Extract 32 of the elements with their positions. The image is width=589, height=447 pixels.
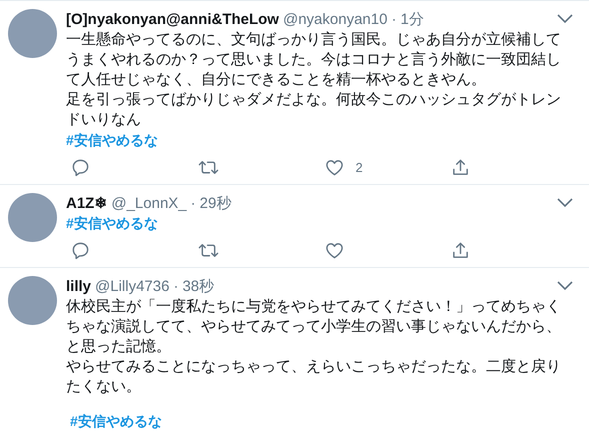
tweet-text: やらせてみることになっちゃって、えらいこっちゃだったな。二度と戻りたくない。 xyxy=(66,357,562,397)
user-handle: @nyakonyan10 xyxy=(282,10,388,28)
timestamp[interactable]: 1分 xyxy=(400,10,424,28)
user-handle: @_LonnX_ xyxy=(111,194,187,212)
chevron-down-icon[interactable] xyxy=(557,198,573,208)
share-icon[interactable] xyxy=(451,240,470,260)
timestamp[interactable]: 38秒 xyxy=(182,276,214,296)
tweet-text: 一生懸命やってるのに、文句ばっかり言う国民。じゃあ自分が立候補してうまくやれるのか？って思いました。今はコロナと言う外敵に一致団結して人任せじゃなく、自分にできることを精一杯やるときやん。 xyxy=(66,30,562,90)
avatar[interactable] xyxy=(8,276,57,325)
tweet-text: 休校民主が「一度私たちに与党をやらせてみてください！」ってめちゃくちゃな演説してて、やらせてみてって小学生の習い事じゃないんだから、と思った記憶。 xyxy=(66,297,562,357)
chevron-down-icon[interactable] xyxy=(557,14,573,24)
separator-dot: · xyxy=(173,278,178,294)
heart-icon[interactable] xyxy=(324,240,344,260)
like-count: 2 xyxy=(356,160,363,174)
hashtag-link[interactable]: #安信やめるな xyxy=(66,130,158,150)
separator-dot: · xyxy=(391,10,396,28)
separator-dot: · xyxy=(190,194,196,212)
tweet-text: 足を引っ張ってばかりじゃダメだよな。何故今このハッシュタグがトレンドいりなん xyxy=(66,90,562,130)
hashtag-link[interactable]: #安信やめるな xyxy=(66,213,158,233)
share-icon[interactable] xyxy=(451,158,470,176)
speech-bubble-icon[interactable] xyxy=(71,240,90,260)
display-name[interactable]: lilly xyxy=(66,278,92,294)
avatar[interactable] xyxy=(8,193,57,242)
display-name[interactable]: [O]nyakonyan@anni&TheLow xyxy=(66,10,279,28)
speech-bubble-icon[interactable] xyxy=(71,158,90,176)
avatar[interactable] xyxy=(8,9,57,58)
heart-icon[interactable] xyxy=(324,158,344,176)
user-handle: @Lilly4736 xyxy=(95,278,170,294)
chevron-down-icon[interactable] xyxy=(557,281,573,291)
display-name[interactable]: A1Z❄ xyxy=(66,194,108,212)
hashtag-link[interactable]: #安信やめるな xyxy=(70,411,162,431)
timestamp[interactable]: 29秒 xyxy=(200,194,232,212)
